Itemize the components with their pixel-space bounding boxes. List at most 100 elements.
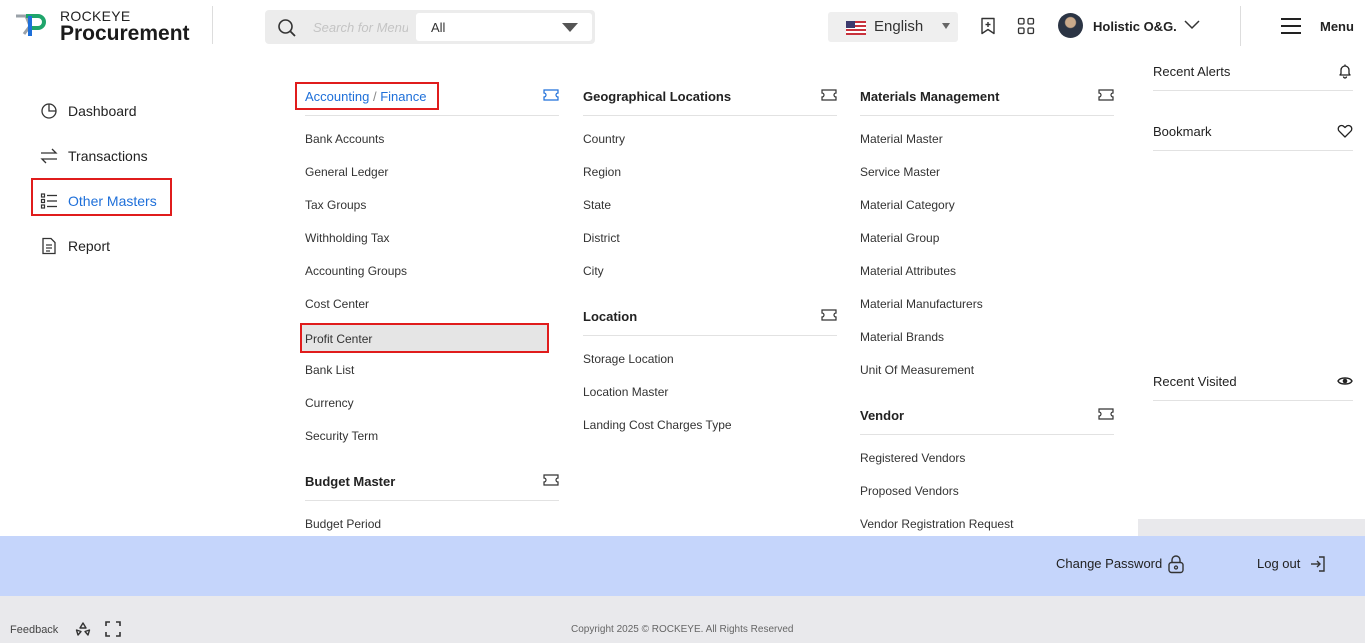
section-title-budget[interactable]: Budget Master: [305, 474, 395, 489]
section-divider: [583, 335, 837, 336]
menu-item-tax-groups[interactable]: Tax Groups: [305, 195, 559, 215]
top-header: ROCKEYE Procurement All English Holistic…: [0, 0, 1365, 51]
rockeye-logo-icon[interactable]: [14, 12, 46, 38]
us-flag-icon: [846, 21, 866, 35]
menu-item-city[interactable]: City: [583, 261, 837, 281]
user-name[interactable]: Holistic O&G.: [1093, 19, 1177, 34]
sidebar-item-label: Report: [68, 238, 111, 254]
page-footer: Feedback Copyright 2025 © ROCKEYE. All R…: [0, 616, 1365, 643]
menu-label[interactable]: Menu: [1320, 19, 1354, 34]
menu-column-accounting: Accounting / Finance Bank Accounts Gener…: [300, 51, 559, 536]
highlight-box: [31, 178, 172, 216]
quick-access-panel: Recent Alerts Bookmark Recent Visited: [1138, 51, 1365, 519]
language-select[interactable]: English: [828, 12, 958, 42]
section-header-location: Location: [583, 305, 837, 327]
ticket-icon[interactable]: [1098, 89, 1114, 101]
section-divider: [305, 115, 559, 116]
menu-item-region[interactable]: Region: [583, 162, 837, 182]
menu-item-storage-location[interactable]: Storage Location: [583, 349, 837, 369]
search-scope-select[interactable]: All: [416, 13, 592, 41]
bookmark-row[interactable]: Bookmark: [1153, 111, 1353, 151]
search-bar: All: [265, 10, 595, 44]
menu-item-material-manufacturers[interactable]: Material Manufacturers: [860, 294, 1114, 314]
eye-icon: [1337, 377, 1353, 385]
bell-icon: [1339, 64, 1351, 79]
menu-item-material-category[interactable]: Material Category: [860, 195, 1114, 215]
menu-item-bank-list[interactable]: Bank List: [305, 360, 559, 380]
sidebar-item-label: Dashboard: [68, 103, 137, 119]
menu-item-withholding-tax[interactable]: Withholding Tax: [305, 228, 559, 248]
mega-menu-panel: Accounting / Finance Bank Accounts Gener…: [280, 51, 1138, 536]
user-avatar[interactable]: [1058, 13, 1083, 38]
fullscreen-icon[interactable]: [105, 621, 121, 637]
section-title-vendor[interactable]: Vendor: [860, 408, 904, 423]
menu-item-bank-accounts[interactable]: Bank Accounts: [305, 129, 559, 149]
ticket-icon[interactable]: [543, 474, 559, 486]
menu-item-material-attributes[interactable]: Material Attributes: [860, 261, 1114, 281]
menu-item-accounting-groups[interactable]: Accounting Groups: [305, 261, 559, 281]
section-divider: [860, 115, 1114, 116]
ticket-icon[interactable]: [821, 309, 837, 321]
search-input[interactable]: [313, 17, 408, 37]
ticket-icon[interactable]: [1098, 408, 1114, 420]
apps-grid-icon[interactable]: [1017, 17, 1035, 35]
add-bookmark-icon[interactable]: [979, 17, 997, 35]
recent-visited-row[interactable]: Recent Visited: [1153, 361, 1353, 401]
logout-icon: [1311, 556, 1325, 572]
menu-item-general-ledger[interactable]: General Ledger: [305, 162, 559, 182]
menu-item-service-master[interactable]: Service Master: [860, 162, 1114, 182]
feedback-link[interactable]: Feedback: [10, 624, 58, 636]
module-sidebar: Dashboard Transactions Other Masters Rep…: [0, 51, 280, 536]
recycle-icon[interactable]: [75, 621, 91, 637]
section-header-vendor: Vendor: [860, 404, 1114, 426]
copyright-text: Copyright 2025 © ROCKEYE. All Rights Res…: [571, 624, 794, 635]
section-header-geo: Geographical Locations: [583, 85, 837, 107]
logout-button[interactable]: Log out: [1257, 556, 1327, 572]
menu-item-material-master[interactable]: Material Master: [860, 129, 1114, 149]
section-header-materials: Materials Management: [860, 85, 1114, 107]
header-divider: [212, 6, 213, 44]
change-password-button[interactable]: Change Password: [1056, 555, 1186, 574]
menu-item-country[interactable]: Country: [583, 129, 837, 149]
ticket-icon[interactable]: [821, 89, 837, 101]
hamburger-menu-icon[interactable]: [1280, 17, 1302, 35]
section-title-location[interactable]: Location: [583, 309, 637, 324]
section-divider: [305, 500, 559, 501]
search-scope-value: All: [431, 20, 446, 35]
account-actions-bar: Change Password Log out: [0, 536, 1365, 596]
menu-item-unit-of-measurement[interactable]: Unit Of Measurement: [860, 360, 1114, 380]
menu-item-currency[interactable]: Currency: [305, 393, 559, 413]
menu-item-location-master[interactable]: Location Master: [583, 382, 837, 402]
recent-alerts-row[interactable]: Recent Alerts: [1153, 51, 1353, 91]
brand-name-big: Procurement: [60, 22, 190, 45]
caret-down-icon: [562, 23, 578, 32]
menu-item-district[interactable]: District: [583, 228, 837, 248]
menu-item-state[interactable]: State: [583, 195, 837, 215]
bookmark-label: Bookmark: [1153, 124, 1212, 139]
menu-column-materials: Materials Management Material Master Ser…: [860, 51, 1114, 536]
menu-item-budget-period[interactable]: Budget Period: [305, 514, 559, 534]
menu-item-proposed-vendors[interactable]: Proposed Vendors: [860, 481, 1114, 501]
section-header-budget: Budget Master: [305, 470, 559, 492]
search-icon[interactable]: [277, 18, 297, 38]
highlight-box: [300, 323, 549, 353]
report-icon: [42, 237, 56, 255]
logout-label: Log out: [1257, 556, 1301, 571]
ticket-icon[interactable]: [543, 89, 559, 101]
menu-item-material-brands[interactable]: Material Brands: [860, 327, 1114, 347]
menu-item-registered-vendors[interactable]: Registered Vendors: [860, 448, 1114, 468]
menu-item-landing-cost-charges-type[interactable]: Landing Cost Charges Type: [583, 415, 837, 435]
menu-item-material-group[interactable]: Material Group: [860, 228, 1114, 248]
menu-item-vendor-registration-request[interactable]: Vendor Registration Request: [860, 514, 1114, 534]
chevron-down-icon[interactable]: [1184, 18, 1200, 32]
change-password-label: Change Password: [1056, 556, 1163, 571]
menu-item-security-term[interactable]: Security Term: [305, 426, 559, 446]
menu-item-cost-center[interactable]: Cost Center: [305, 294, 559, 314]
section-title-geo[interactable]: Geographical Locations: [583, 89, 731, 104]
section-divider: [860, 434, 1114, 435]
section-title-materials[interactable]: Materials Management: [860, 89, 999, 104]
recent-alerts-label: Recent Alerts: [1153, 64, 1231, 79]
transactions-icon: [40, 148, 58, 164]
highlight-box: [295, 82, 439, 110]
menu-column-locations: Geographical Locations Country Region St…: [583, 51, 837, 536]
